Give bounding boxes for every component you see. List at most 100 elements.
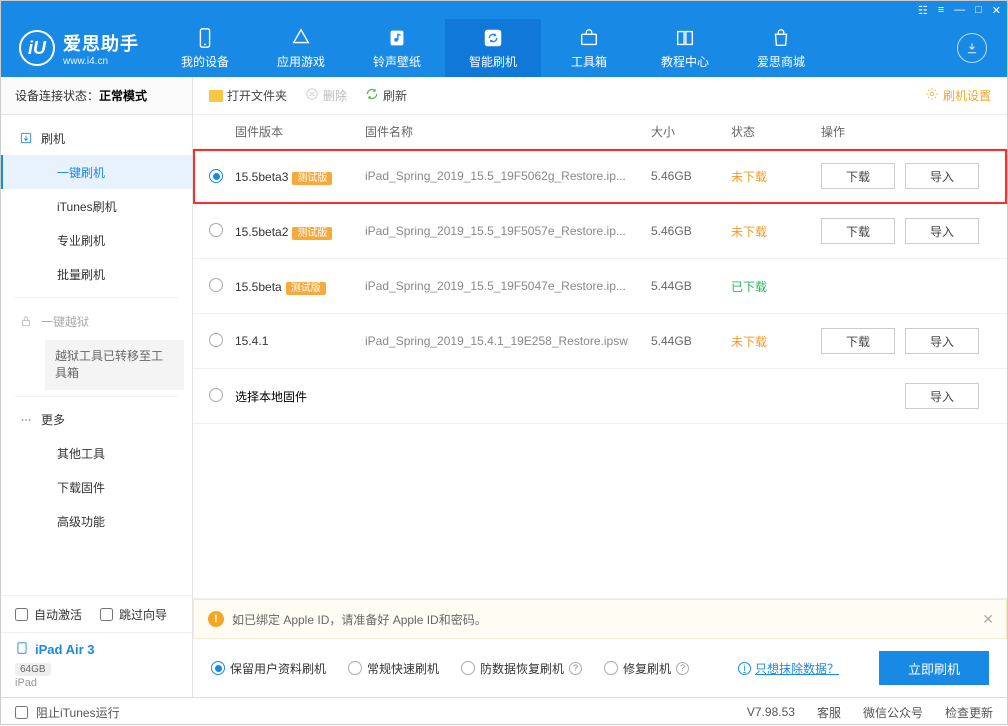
- radio-icon: [211, 661, 225, 675]
- import-button[interactable]: 导入: [905, 383, 979, 409]
- toolbar: 打开文件夹 删除 刷新 刷机设置: [193, 77, 1007, 115]
- help-icon[interactable]: ?: [676, 662, 689, 675]
- sidebar-item-itunes[interactable]: iTunes刷机: [1, 189, 192, 223]
- nav-label: 工具箱: [571, 53, 607, 70]
- radio-icon[interactable]: [209, 278, 223, 292]
- import-button[interactable]: 导入: [905, 218, 979, 244]
- auto-activate-checkbox[interactable]: [15, 608, 28, 621]
- block-itunes-label: 阻止iTunes运行: [36, 704, 120, 721]
- radio-icon[interactable]: [209, 388, 223, 402]
- sidebar-item-label: iTunes刷机: [57, 198, 117, 215]
- nav-toolbox[interactable]: 工具箱: [541, 19, 637, 77]
- support-link[interactable]: 客服: [817, 704, 841, 721]
- nav-label: 我的设备: [181, 53, 229, 70]
- firmware-row[interactable]: 15.5beta测试版iPad_Spring_2019_15.5_19F5047…: [193, 259, 1007, 314]
- beta-badge: 测试版: [292, 172, 332, 185]
- fw-size: 5.44GB: [651, 334, 731, 348]
- more-icon: [19, 413, 33, 427]
- sidebar-item-flash[interactable]: 刷机: [1, 121, 192, 155]
- sidebar-item-label: 专业刷机: [57, 232, 105, 249]
- gear-icon: [925, 87, 939, 104]
- fw-size: 5.44GB: [651, 279, 731, 293]
- col-action-header: 操作: [821, 123, 991, 140]
- erase-data-link[interactable]: i只想抹除数据？: [738, 660, 839, 677]
- opt-antiloss[interactable]: 防数据恢复刷机?: [461, 660, 582, 677]
- nav-apps[interactable]: 应用游戏: [253, 19, 349, 77]
- radio-icon[interactable]: [209, 169, 223, 183]
- music-icon: [386, 27, 408, 49]
- flash-settings-button[interactable]: 刷机设置: [925, 87, 991, 104]
- device-info[interactable]: iPad Air 3 64GB iPad: [1, 632, 192, 697]
- sidebar-item-pro[interactable]: 专业刷机: [1, 223, 192, 257]
- beta-badge: 测试版: [286, 282, 326, 295]
- nav-flash[interactable]: 智能刷机: [445, 19, 541, 77]
- notice-close-button[interactable]: ✕: [982, 611, 994, 628]
- tool-label: 打开文件夹: [227, 87, 287, 104]
- download-button[interactable]: 下载: [821, 163, 895, 189]
- download-button[interactable]: 下载: [821, 328, 895, 354]
- sidebar-item-downloadfw[interactable]: 下载固件: [1, 471, 192, 505]
- separator: [15, 297, 178, 298]
- skip-guide-label: 跳过向导: [119, 606, 167, 623]
- nav-label: 教程中心: [661, 53, 709, 70]
- firmware-row[interactable]: 15.5beta2测试版iPad_Spring_2019_15.5_19F505…: [193, 204, 1007, 259]
- delete-button[interactable]: 删除: [305, 87, 347, 104]
- minimize-icon[interactable]: —: [954, 4, 965, 16]
- help-icon[interactable]: ?: [569, 662, 582, 675]
- jailbreak-note: 越狱工具已转移至工具箱: [45, 340, 184, 390]
- download-icon: [965, 41, 979, 55]
- refresh-button[interactable]: 刷新: [365, 87, 407, 104]
- nav-label: 智能刷机: [469, 53, 517, 70]
- close-icon[interactable]: ✕: [992, 4, 1001, 17]
- wechat-link[interactable]: 微信公众号: [863, 704, 923, 721]
- device-name-text: iPad Air 3: [35, 642, 94, 657]
- nav-ringtone[interactable]: 铃声壁纸: [349, 19, 445, 77]
- header: iU 爱思助手 www.i4.cn 我的设备 应用游戏 铃声壁纸 智能刷机 工具…: [1, 19, 1007, 77]
- folder-icon: [209, 90, 223, 102]
- info-icon: i: [738, 662, 751, 675]
- sidebar-item-label: 下载固件: [57, 479, 105, 496]
- block-itunes-checkbox[interactable]: [15, 706, 28, 719]
- opt-keep-data[interactable]: 保留用户资料刷机: [211, 660, 326, 677]
- toolbox-icon: [578, 27, 600, 49]
- skip-guide-checkbox[interactable]: [100, 608, 113, 621]
- firmware-row[interactable]: 15.4.1iPad_Spring_2019_15.4.1_19E258_Res…: [193, 314, 1007, 369]
- refresh-icon: [482, 27, 504, 49]
- check-update-link[interactable]: 检查更新: [945, 704, 993, 721]
- beta-badge: 测试版: [292, 227, 332, 240]
- sidebar-item-oneclick[interactable]: 一键刷机: [1, 155, 192, 189]
- flash-icon: [19, 131, 33, 145]
- opt-label: 常规快速刷机: [367, 660, 439, 677]
- fw-version: 15.4.1: [235, 334, 268, 348]
- conn-label: 设备连接状态：: [15, 87, 99, 104]
- download-manager-button[interactable]: [957, 33, 987, 63]
- sidebar-item-advanced[interactable]: 高级功能: [1, 505, 192, 539]
- device-storage-badge: 64GB: [15, 663, 51, 676]
- nav-store[interactable]: 爱思商城: [733, 19, 829, 77]
- flash-now-button[interactable]: 立即刷机: [879, 651, 989, 685]
- sidebar-item-more[interactable]: 更多: [1, 403, 192, 437]
- col-version-header: 固件版本: [235, 123, 365, 140]
- fw-filename: iPad_Spring_2019_15.5_19F5047e_Restore.i…: [365, 279, 651, 293]
- open-folder-button[interactable]: 打开文件夹: [209, 87, 287, 104]
- radio-icon[interactable]: [209, 333, 223, 347]
- download-button[interactable]: 下载: [821, 218, 895, 244]
- import-button[interactable]: 导入: [905, 163, 979, 189]
- sidebar-item-label: 更多: [41, 411, 65, 428]
- nav-device[interactable]: 我的设备: [157, 19, 253, 77]
- sidebar-item-batch[interactable]: 批量刷机: [1, 257, 192, 291]
- nav-tutorial[interactable]: 教程中心: [637, 19, 733, 77]
- titlebar-grid-icon[interactable]: ☷: [918, 4, 928, 17]
- firmware-row[interactable]: 15.5beta3测试版iPad_Spring_2019_15.5_19F506…: [193, 149, 1007, 204]
- radio-icon[interactable]: [209, 223, 223, 237]
- sidebar-item-othertools[interactable]: 其他工具: [1, 437, 192, 471]
- separator: [15, 396, 178, 397]
- import-button[interactable]: 导入: [905, 328, 979, 354]
- local-firmware-row[interactable]: 选择本地固件 导入: [193, 369, 1007, 424]
- maximize-icon[interactable]: □: [975, 4, 982, 16]
- fw-version: 15.5beta3: [235, 170, 288, 184]
- titlebar-menu-icon[interactable]: ≡: [938, 4, 944, 16]
- opt-repair[interactable]: 修复刷机?: [604, 660, 689, 677]
- opt-normal[interactable]: 常规快速刷机: [348, 660, 439, 677]
- titlebar: ☷ ≡ — □ ✕: [1, 1, 1007, 19]
